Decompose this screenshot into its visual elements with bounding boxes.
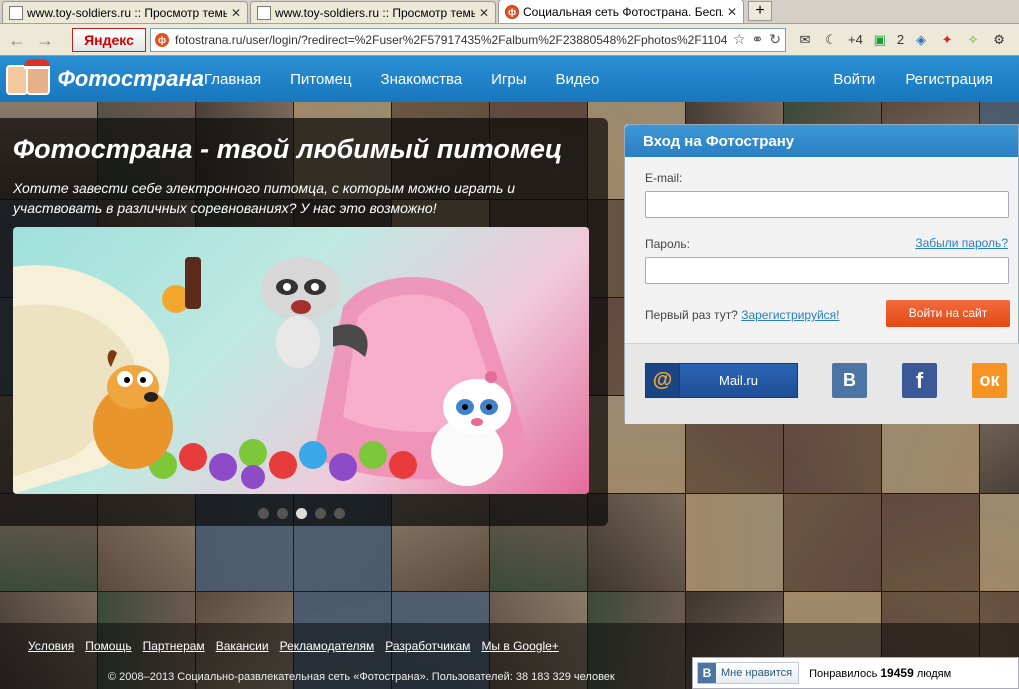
browser-nav-bar: ← → Яндекс ф fotostrana.ru/user/login/?r… [0, 24, 1019, 56]
menu-item-games[interactable]: Игры [491, 71, 526, 88]
like-count-prefix: Понравилось [809, 668, 878, 680]
footer-link-partners[interactable]: Партнерам [143, 639, 205, 653]
footer-link-google-plus[interactable]: Мы в Google+ [481, 639, 558, 653]
mailru-at-icon: @ [646, 364, 680, 397]
menu-item-home[interactable]: Главная [204, 71, 261, 88]
mailru-label: Mail.ru [718, 373, 758, 388]
tab-title: Социальная сеть Фотострана. Беспла... [523, 4, 723, 19]
browser-toolbar: ✉ ☾ +4 ▣ 2 ◈ ✦ ✧ ⚙ [796, 31, 1008, 49]
close-icon[interactable]: ✕ [479, 6, 489, 20]
footer-link-terms[interactable]: Условия [28, 639, 74, 653]
address-bar[interactable]: ф fotostrana.ru/user/login/?redirect=%2F… [150, 27, 786, 52]
password-label: Пароль: [645, 237, 690, 251]
promo-panel: Фотострана - твой любимый питомец Хотите… [0, 118, 608, 526]
first-time-label: Первый раз тут? [645, 308, 738, 322]
forgot-password-link[interactable]: Забыли пароль? [915, 236, 1008, 250]
glasses-icon[interactable]: ⚭ [752, 31, 764, 48]
password-input[interactable] [645, 257, 1009, 284]
menu-item-dating[interactable]: Знакомства [381, 71, 463, 88]
main-menu: Главная Питомец Знакомства Игры Видео [204, 71, 628, 88]
footer-link-advertisers[interactable]: Рекламодателям [280, 639, 375, 653]
first-time-text: Первый раз тут? Зарегистрируйся! [645, 308, 840, 322]
notification-icon[interactable]: ▣ [871, 31, 889, 49]
user-photo-thumbnail[interactable] [980, 494, 1019, 591]
promo-title: Фотострана - твой любимый питомец [13, 134, 563, 164]
pets-illustration [13, 257, 533, 494]
pet-banner-image[interactable] [13, 227, 589, 494]
carousel-dot[interactable] [258, 508, 269, 519]
back-arrow-icon[interactable]: ← [6, 29, 28, 51]
vk-like-label: Мне нравится [721, 667, 793, 679]
forward-arrow-icon[interactable]: → [34, 29, 56, 51]
carousel-dots [258, 508, 345, 519]
register-link[interactable]: Зарегистрируйся! [741, 308, 839, 322]
email-input[interactable] [645, 191, 1009, 218]
new-tab-button[interactable]: + [748, 1, 772, 21]
login-panel: Вход на Фотострану E-mail: Пароль: Забыл… [624, 124, 1019, 424]
menu-item-video[interactable]: Видео [556, 71, 600, 88]
login-submit-button[interactable]: Войти на сайт [886, 300, 1010, 327]
page-icon [257, 5, 271, 20]
vk-logo-icon: B [698, 663, 716, 683]
user-photo-thumbnail[interactable] [686, 494, 783, 591]
site-icon: ф [155, 32, 169, 47]
carousel-dot[interactable] [315, 508, 326, 519]
url-text[interactable]: fotostrana.ru/user/login/?redirect=%2Fus… [175, 33, 727, 47]
mailru-login-button[interactable]: @ Mail.ru [645, 363, 798, 398]
carousel-dot[interactable] [277, 508, 288, 519]
header-register-link[interactable]: Регистрация [905, 71, 993, 88]
browser-tab[interactable]: www.toy-soldiers.ru :: Просмотр темы -..… [250, 1, 496, 23]
close-icon[interactable]: ✕ [231, 6, 241, 20]
moon-icon[interactable]: ☾ [822, 31, 840, 49]
header-login-link[interactable]: Войти [833, 71, 875, 88]
star-icon[interactable]: ☆ [733, 31, 746, 48]
settings-icon[interactable]: ⚙ [990, 31, 1008, 49]
carousel-dot[interactable] [334, 508, 345, 519]
vk-login-icon[interactable]: В [832, 363, 867, 398]
tab-title: www.toy-soldiers.ru :: Просмотр темы -..… [275, 5, 475, 20]
vk-like-button[interactable]: B Мне нравится [697, 662, 800, 684]
site-logo[interactable]: Фотострана [4, 59, 204, 99]
reload-icon[interactable]: ↻ [769, 31, 781, 48]
browser-tab-bar: www.toy-soldiers.ru :: Просмотр темы -..… [0, 0, 1019, 24]
tab-title: www.toy-soldiers.ru :: Просмотр темы -..… [27, 5, 227, 20]
footer-link-developers[interactable]: Разработчикам [385, 639, 470, 653]
bird-icon[interactable]: ✧ [964, 31, 982, 49]
like-count-suffix: людям [916, 668, 952, 680]
mail-icon[interactable]: ✉ [796, 31, 814, 49]
toolbar-count: 2 [896, 32, 905, 47]
page-icon [9, 5, 23, 20]
facebook-login-icon[interactable]: f [902, 363, 937, 398]
header-auth-links: Войти Регистрация [803, 71, 1019, 88]
yandex-button[interactable]: Яндекс [72, 27, 146, 52]
browser-tab[interactable]: www.toy-soldiers.ru :: Просмотр темы -..… [2, 1, 248, 23]
copyright-text: © 2008–2013 Социально-развлекательная се… [108, 671, 615, 683]
vk-like-widget: B Мне нравится Понравилось 19459 людям [692, 657, 1019, 689]
odnoklassniki-login-icon[interactable]: ок [972, 363, 1007, 398]
email-label: E-mail: [645, 171, 683, 185]
login-heading: Вход на Фотострану [625, 125, 1018, 157]
user-photo-thumbnail[interactable] [882, 494, 979, 591]
social-login-area: @ Mail.ru В f ок [625, 344, 1019, 424]
footer-links: Условия Помощь Партнерам Вакансии Реклам… [28, 639, 559, 653]
toolbar-count: +4 [848, 32, 863, 47]
logo-text: Фотострана [57, 66, 204, 91]
menu-item-pet[interactable]: Питомец [290, 71, 351, 88]
carousel-dot[interactable] [296, 508, 307, 519]
logo-characters-icon [4, 59, 56, 99]
shield-icon[interactable]: ◈ [912, 31, 930, 49]
browser-tab-active[interactable]: ф Социальная сеть Фотострана. Беспла... … [498, 0, 744, 23]
close-icon[interactable]: ✕ [727, 5, 737, 19]
fotostrana-favicon-icon: ф [505, 4, 519, 19]
like-count-value: 19459 [880, 666, 914, 680]
user-photo-thumbnail[interactable] [784, 494, 881, 591]
footer-link-help[interactable]: Помощь [85, 639, 131, 653]
footer-link-jobs[interactable]: Вакансии [216, 639, 269, 653]
site-header: Фотострана Главная Питомец Знакомства Иг… [0, 56, 1019, 102]
promo-subtitle: Хотите завести себе электронного питомца… [13, 180, 516, 216]
vk-like-count: Понравилось 19459 людям [809, 666, 951, 680]
figure-icon[interactable]: ✦ [938, 31, 956, 49]
